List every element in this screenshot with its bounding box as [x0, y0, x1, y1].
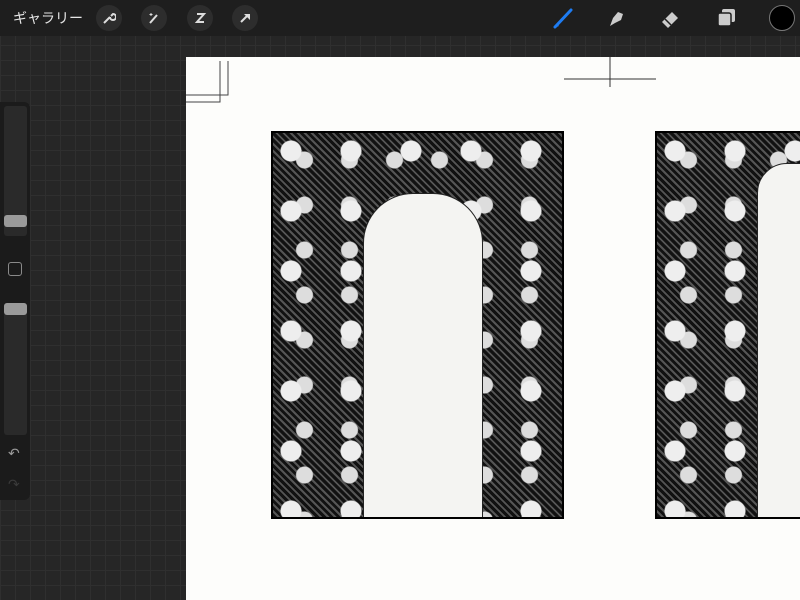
smudge-icon[interactable] — [604, 5, 630, 31]
drawing-canvas[interactable] — [186, 57, 800, 600]
transform-arrow-icon[interactable] — [232, 5, 258, 31]
redo-icon[interactable]: ↷ — [8, 477, 20, 493]
gallery-button[interactable]: ギャラリー — [13, 8, 83, 28]
artwork-panel-2 — [655, 131, 800, 519]
figure-illustration — [757, 163, 800, 517]
top-toolbar: ギャラリー — [0, 0, 800, 36]
magic-wand-icon[interactable] — [141, 5, 167, 31]
artwork-panel-1 — [271, 131, 564, 519]
undo-icon[interactable]: ↶ — [8, 446, 20, 462]
sidebar: ↶ ↷ — [0, 102, 30, 500]
opacity-slider[interactable] — [4, 303, 27, 435]
wrench-icon[interactable] — [96, 5, 122, 31]
figure-illustration — [363, 193, 483, 517]
layers-icon[interactable] — [713, 5, 739, 31]
brush-icon[interactable] — [550, 5, 576, 31]
eraser-icon[interactable] — [657, 5, 683, 31]
opacity-handle[interactable] — [4, 303, 27, 315]
brush-size-handle[interactable] — [4, 215, 27, 227]
color-picker-button[interactable] — [769, 5, 795, 31]
modify-button[interactable] — [8, 262, 22, 276]
selection-icon[interactable] — [187, 5, 213, 31]
